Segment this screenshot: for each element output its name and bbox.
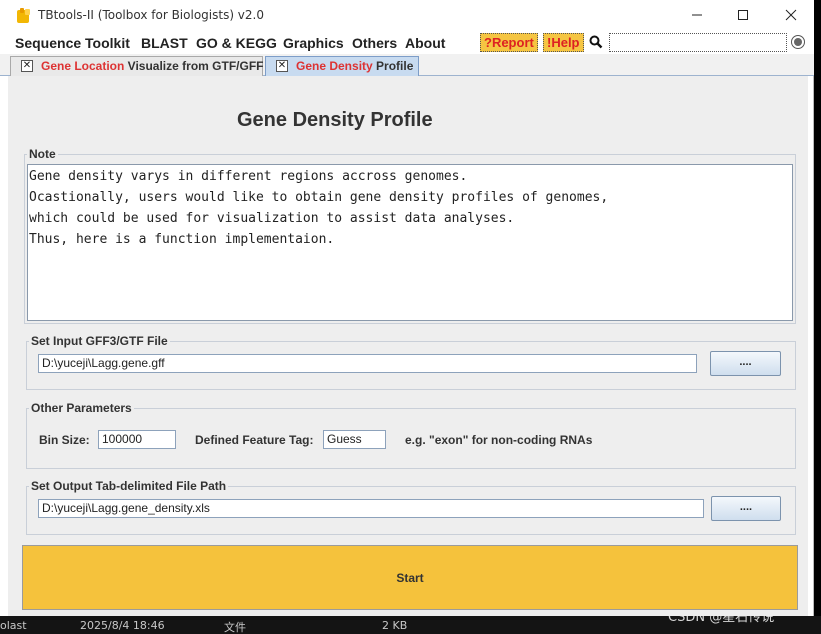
feature-tag-field[interactable]: Guess <box>323 430 386 449</box>
tab-close-icon[interactable]: ✕ <box>276 60 288 72</box>
tab-title-red: Gene Location <box>41 59 125 73</box>
status-indicator-icon[interactable] <box>790 34 806 50</box>
minimize-button[interactable] <box>674 0 720 30</box>
output-file-label: Set Output Tab-delimited File Path <box>29 479 229 493</box>
input-file-field[interactable]: D:\yuceji\Lagg.gene.gff <box>38 354 697 373</box>
app-window: TBtools-II (Toolbox for Biologists) v2.0… <box>0 0 814 616</box>
maximize-icon <box>738 10 748 20</box>
screen: olast 2025/8/4 18:46 文件 2 KB CSDN @星石传说 … <box>0 0 821 634</box>
feature-tag-label: Defined Feature Tag: <box>195 433 314 447</box>
search-input[interactable] <box>609 33 787 52</box>
note-label: Note <box>27 147 58 161</box>
title-bar[interactable]: TBtools-II (Toolbox for Biologists) v2.0 <box>0 0 814 32</box>
parameters-label: Other Parameters <box>29 401 134 415</box>
close-button[interactable] <box>768 0 814 30</box>
minimize-icon <box>692 14 702 16</box>
content-panel: Gene Density Profile Note Gene density v… <box>8 76 808 616</box>
tab-gene-location[interactable]: ✕ Gene Location Visualize from GTF/GFF <box>10 56 263 76</box>
tab-gene-density[interactable]: ✕ Gene Density Profile <box>265 56 419 76</box>
menu-blast[interactable]: BLAST <box>141 35 188 51</box>
search-icon[interactable] <box>589 35 603 49</box>
start-button[interactable]: Start <box>22 545 798 610</box>
menu-go-kegg[interactable]: GO & KEGG <box>196 35 277 51</box>
output-browse-button[interactable]: .... <box>711 496 781 521</box>
bin-size-label: Bin Size: <box>39 433 90 447</box>
desktop-file-type: 文件 <box>224 621 246 634</box>
note-line: Thus, here is a function implementaion. <box>29 232 335 247</box>
note-line: Gene density varys in different regions … <box>29 169 468 184</box>
window-title: TBtools-II (Toolbox for Biologists) v2.0 <box>38 8 264 22</box>
menu-sequence-toolkit[interactable]: Sequence Toolkit <box>15 35 130 51</box>
note-textarea[interactable]: Gene density varys in different regions … <box>27 164 793 321</box>
bin-size-field[interactable]: 100000 <box>98 430 176 449</box>
maximize-button[interactable] <box>720 0 766 30</box>
tbtools-app-icon <box>17 8 30 23</box>
menu-others[interactable]: Others <box>352 35 397 51</box>
output-file-field[interactable]: D:\yuceji\Lagg.gene_density.xls <box>38 499 704 518</box>
page-title: Gene Density Profile <box>237 109 433 131</box>
menu-bar: Sequence Toolkit BLAST GO & KEGG Graphic… <box>0 32 814 54</box>
tab-title-rest: Visualize from GTF/GFF <box>124 59 264 73</box>
note-line: which could be used for visualization to… <box>29 211 515 226</box>
desktop-file-size: 2 KB <box>382 619 408 632</box>
note-line: Ocastionally, users would like to obtain… <box>29 190 609 205</box>
input-file-label: Set Input GFF3/GTF File <box>29 334 170 348</box>
report-button[interactable]: ?Report <box>480 33 538 52</box>
close-icon <box>785 9 797 21</box>
tab-strip: ✕ Gene Location Visualize from GTF/GFF ✕… <box>0 54 814 76</box>
feature-tag-hint: e.g. "exon" for non-coding RNAs <box>405 433 593 447</box>
tab-title-red: Gene Density <box>296 59 373 73</box>
tab-close-icon[interactable]: ✕ <box>21 60 33 72</box>
desktop-file-name: olast <box>0 619 27 632</box>
desktop-file-date: 2025/8/4 18:46 <box>80 619 165 632</box>
input-browse-button[interactable]: .... <box>710 351 781 376</box>
tab-title-rest: Profile <box>372 59 414 73</box>
help-button[interactable]: !Help <box>543 33 584 52</box>
menu-about[interactable]: About <box>405 35 445 51</box>
menu-graphics[interactable]: Graphics <box>283 35 344 51</box>
